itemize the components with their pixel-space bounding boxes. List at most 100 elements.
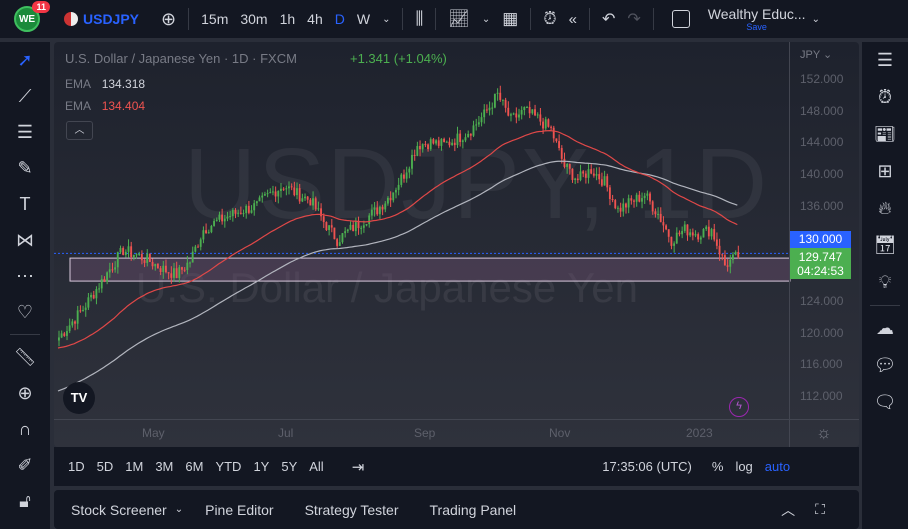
range-6m[interactable]: 6M <box>185 459 203 474</box>
undo-icon[interactable]: ↶ <box>596 9 621 29</box>
lightning-event-icon[interactable]: ϟ <box>729 397 749 417</box>
collapse-legend-button[interactable]: ︿ <box>66 121 93 140</box>
percent-toggle[interactable]: % <box>712 459 724 474</box>
interval-d[interactable]: D <box>329 11 351 27</box>
heart-icon[interactable]: ♡ <box>0 294 50 330</box>
candles-icon[interactable]: ⫼ <box>409 9 429 29</box>
user-avatar[interactable]: WE 11 <box>14 1 50 32</box>
candle-body <box>443 138 446 143</box>
brush-icon[interactable]: ✎ <box>0 150 50 186</box>
avatar-logo: WE <box>18 13 36 25</box>
watchlist-icon[interactable]: ☰ <box>862 42 908 79</box>
price-tick: 144.000 <box>800 135 844 150</box>
text-icon[interactable]: T <box>0 186 50 222</box>
candle-body <box>729 259 732 267</box>
interval-w[interactable]: W <box>351 11 376 27</box>
tab-pine-editor[interactable]: Pine Editor <box>205 502 273 518</box>
candle-body <box>571 168 574 180</box>
currency-select[interactable]: JPY ⌄ <box>800 48 832 61</box>
chevron-down-icon[interactable]: ⌄ <box>175 504 183 515</box>
replay-icon[interactable]: « <box>563 11 583 28</box>
range-3m[interactable]: 3M <box>155 459 173 474</box>
alert-clock-icon[interactable]: ⏰︎ <box>537 9 562 29</box>
cursor-icon[interactable]: ➚ <box>0 42 50 78</box>
hotlist-fire-icon[interactable]: 🔥︎ <box>862 190 908 227</box>
range-1y[interactable]: 1Y <box>253 459 269 474</box>
candle-body <box>427 144 429 150</box>
redo-icon[interactable]: ↷ <box>621 9 646 29</box>
range-1m[interactable]: 1M <box>125 459 143 474</box>
candle-body <box>333 227 336 240</box>
alert-price-label[interactable]: 130.000 <box>790 231 851 248</box>
candle-body <box>389 197 392 201</box>
candle-body <box>432 139 435 144</box>
alarm-icon[interactable]: ⏰︎ <box>862 79 908 116</box>
ideas-bulb-icon[interactable]: 💡︎ <box>862 264 908 301</box>
lock-icon[interactable]: 🔓︎ <box>0 483 50 519</box>
candle-body <box>306 196 309 200</box>
range-ytd[interactable]: YTD <box>215 459 241 474</box>
lock-drawing-icon[interactable]: ✐ <box>0 447 50 483</box>
interval-1h[interactable]: 1h <box>274 11 302 27</box>
candle-body <box>100 278 103 289</box>
chevron-down-icon[interactable]: ⌄ <box>806 14 826 25</box>
compare-add-icon[interactable]: ⊕ <box>155 9 182 30</box>
clock[interactable]: 17:35:06 (UTC) <box>602 459 692 474</box>
pattern-icon[interactable]: ⋈ <box>0 222 50 258</box>
calendar-icon[interactable]: 📅︎ <box>862 227 908 264</box>
range-all[interactable]: All <box>309 459 323 474</box>
candle-body <box>325 222 328 231</box>
log-toggle[interactable]: log <box>735 459 752 474</box>
trendline-icon[interactable]: ⟋ <box>0 78 50 114</box>
layout-menu[interactable]: Wealthy Educ... Save <box>708 6 806 32</box>
candle-body <box>539 114 542 122</box>
tab-stock-screener[interactable]: Stock Screener <box>71 502 167 518</box>
comment-icon[interactable]: 🗨︎ <box>862 384 908 421</box>
price-plot[interactable] <box>54 42 859 447</box>
zoom-icon[interactable]: ⊕ <box>0 375 50 411</box>
fib-lines-icon[interactable]: ☰ <box>0 114 50 150</box>
interval-4h[interactable]: 4h <box>301 11 329 27</box>
save-button[interactable]: Save <box>746 22 767 32</box>
magnet-icon[interactable]: ∩ <box>0 411 50 447</box>
fullscreen-square-icon[interactable] <box>671 10 690 28</box>
candle-body <box>143 260 146 263</box>
candle-body <box>66 331 68 336</box>
candle-body <box>576 178 579 181</box>
range-5d[interactable]: 5D <box>97 459 114 474</box>
interval-15m[interactable]: 15m <box>195 11 234 27</box>
range-5y[interactable]: 5Y <box>281 459 297 474</box>
candle-body <box>95 289 98 299</box>
add-list-icon[interactable]: ⊞ <box>862 153 908 190</box>
chevron-down-icon[interactable]: ⌄ <box>476 14 496 25</box>
layout-grid-icon[interactable]: ▦ <box>496 9 524 29</box>
candle-body <box>587 169 590 178</box>
tab-trading-panel[interactable]: Trading Panel <box>430 502 517 518</box>
candle-body <box>277 190 280 197</box>
maximize-icon[interactable]: ⛶ <box>815 501 825 518</box>
tradingview-logo[interactable]: TV <box>63 382 95 414</box>
forecast-icon[interactable]: ⋯ <box>0 258 50 294</box>
candle-body <box>667 229 670 237</box>
chart-pane[interactable]: USDJPY, 1D U.S. Dollar / Japanese Yen U.… <box>54 42 859 447</box>
ruler-icon[interactable]: 📏︎ <box>0 339 50 375</box>
range-1d[interactable]: 1D <box>68 459 85 474</box>
tab-strategy-tester[interactable]: Strategy Tester <box>305 502 399 518</box>
settings-gear-icon[interactable]: ☼ <box>816 423 832 443</box>
indicators-icon[interactable]: 📈︎ <box>442 9 476 29</box>
candle-body <box>563 158 566 167</box>
candle-body <box>258 197 261 202</box>
news-icon[interactable]: 📰︎ <box>862 116 908 153</box>
auto-toggle[interactable]: auto <box>765 459 790 474</box>
chat-cloud-icon[interactable]: ☁ <box>862 310 908 347</box>
chats-icon[interactable]: 💬︎ <box>862 347 908 384</box>
candle-body <box>624 203 627 208</box>
goto-date-icon[interactable]: ⇥ <box>352 458 365 476</box>
candle-body <box>132 255 135 257</box>
interval-30m[interactable]: 30m <box>234 11 273 27</box>
chevron-up-icon[interactable]: ︿ <box>781 500 795 520</box>
candle-body <box>397 184 400 190</box>
symbol-search[interactable]: USDJPY <box>78 11 145 27</box>
chevron-down-icon[interactable]: ⌄ <box>376 14 396 25</box>
candle-body <box>574 178 577 180</box>
